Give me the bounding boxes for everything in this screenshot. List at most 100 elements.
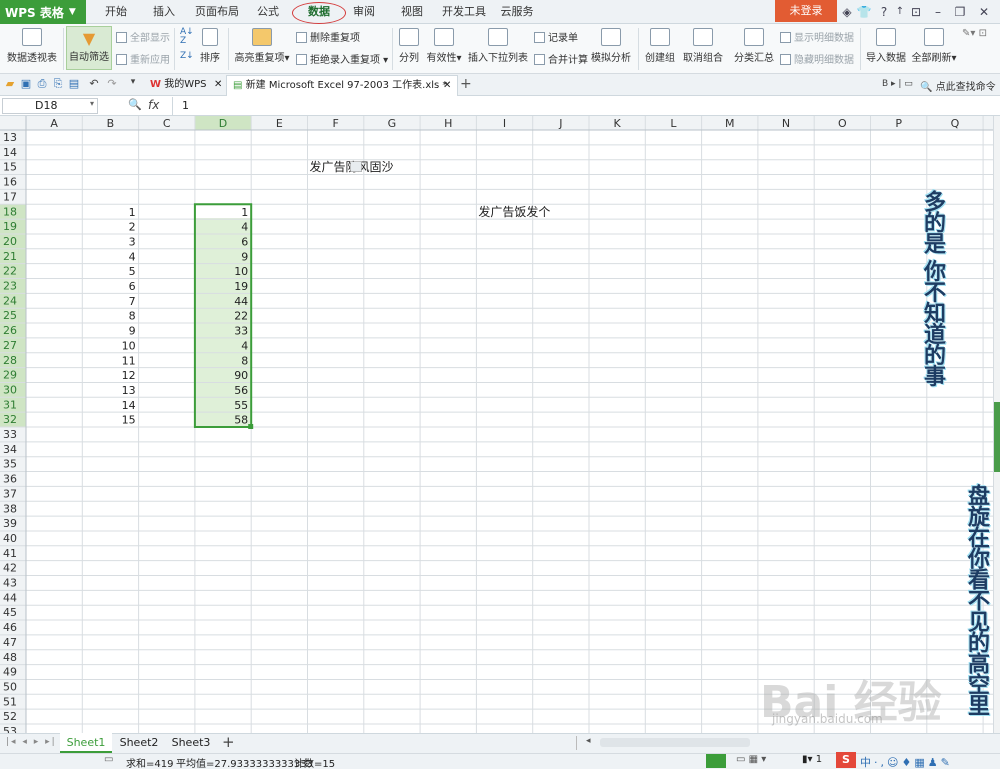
customize-quick-access-icon[interactable]: ▾ bbox=[126, 77, 140, 93]
sort-asc-icon[interactable]: A↓ Z bbox=[180, 28, 194, 46]
hide-detail-button[interactable]: 隐藏明细数据 bbox=[780, 51, 854, 66]
close-icon[interactable]: ✕ bbox=[976, 3, 992, 21]
refresh-all-button[interactable]: 全部刷新▾ bbox=[910, 28, 958, 64]
tab-view[interactable]: 视图 bbox=[390, 0, 434, 24]
tab-home[interactable]: 开始 bbox=[92, 0, 140, 24]
horizontal-scrollbar[interactable] bbox=[600, 738, 750, 747]
preview-icon[interactable]: ▤ bbox=[67, 77, 81, 93]
ungroup-button[interactable]: 取消组合 bbox=[680, 28, 726, 64]
autofilter-button[interactable]: ▼ 自动筛选 bbox=[66, 26, 112, 70]
pivot-table-button[interactable]: 数据透视表 bbox=[4, 28, 60, 64]
print-icon[interactable]: ⎘ bbox=[51, 77, 65, 93]
minimize-ribbon-icon[interactable]: ↑ bbox=[892, 3, 908, 21]
tab-insert[interactable]: 插入 bbox=[142, 0, 186, 24]
watermark-url: jingyan.baidu.com bbox=[772, 712, 883, 726]
add-sheet-icon[interactable]: + bbox=[222, 733, 235, 751]
new-tab-icon[interactable]: + bbox=[460, 76, 472, 92]
fill-handle[interactable] bbox=[248, 424, 254, 429]
open-icon[interactable]: ▰ bbox=[3, 77, 17, 93]
row-header: 50 bbox=[3, 680, 17, 693]
login-button[interactable]: 未登录 bbox=[775, 0, 837, 22]
fx-icon[interactable]: fx bbox=[148, 98, 159, 112]
restore-ribbon-icon[interactable]: ⊡ bbox=[908, 3, 924, 21]
create-group-button[interactable]: 创建组 bbox=[642, 28, 678, 64]
reapply-icon bbox=[116, 54, 127, 65]
maximize-icon[interactable]: ❐ bbox=[952, 3, 968, 21]
zoom-icon[interactable]: 🔍 bbox=[128, 98, 142, 111]
what-if-analysis-button[interactable]: 模拟分析 bbox=[590, 28, 632, 64]
sort-desc-icon[interactable]: Z↓ bbox=[180, 51, 194, 61]
show-detail-button[interactable]: 显示明细数据 bbox=[780, 29, 854, 44]
shirt-icon[interactable]: 👕 bbox=[856, 3, 872, 21]
column-header: P bbox=[895, 117, 902, 130]
cell-value: 8 bbox=[241, 354, 248, 367]
name-box[interactable]: D18 bbox=[2, 98, 98, 114]
help-icon[interactable]: ? bbox=[876, 3, 892, 21]
close-tab-icon[interactable]: ✕ bbox=[443, 76, 451, 96]
minimize-icon[interactable]: – bbox=[930, 3, 946, 21]
column-header: F bbox=[332, 117, 338, 130]
panel-icons[interactable]: B ▸ | ▭ bbox=[882, 79, 913, 89]
import-data-button[interactable]: 导入数据 bbox=[864, 28, 908, 64]
tab-review[interactable]: 审阅 bbox=[344, 0, 384, 24]
sheet-tab-2[interactable]: Sheet2 bbox=[114, 733, 164, 753]
sheet-tab-1[interactable]: Sheet1 bbox=[60, 733, 112, 753]
validity-button[interactable]: 有效性▾ bbox=[424, 28, 464, 64]
consolidate-icon bbox=[534, 54, 545, 65]
row-header: 22 bbox=[3, 265, 17, 278]
highlight-duplicates-icon bbox=[252, 28, 272, 46]
reject-duplicates-button[interactable]: 拒绝录入重复项 ▾ bbox=[296, 51, 388, 66]
sheet-nav-icons[interactable]: |◂ ◂ ▸ ▸| bbox=[6, 737, 57, 747]
insert-dropdown-list-button[interactable]: 插入下拉列表 bbox=[468, 28, 528, 64]
close-tab-icon[interactable]: ✕ bbox=[214, 75, 222, 95]
tab-my-wps-label: 我的WPS bbox=[164, 79, 207, 90]
cell-value: 90 bbox=[234, 369, 248, 382]
remove-duplicates-button[interactable]: 删除重复项 bbox=[296, 29, 360, 44]
dropdown-list-icon bbox=[488, 28, 508, 46]
redo-icon[interactable]: ↷ bbox=[105, 77, 119, 93]
tab-page-layout[interactable]: 页面布局 bbox=[190, 0, 244, 24]
name-box-dropdown-icon[interactable]: ▾ bbox=[90, 99, 94, 108]
scroll-left-icon[interactable]: ◂ bbox=[586, 736, 591, 746]
find-command[interactable]: 🔍 点此查找命令 bbox=[920, 78, 996, 93]
cell-value: 58 bbox=[234, 414, 248, 427]
app-menu-button[interactable]: WPS 表格 ▼ bbox=[0, 0, 86, 24]
ime-toolbar-icons[interactable]: 中·,☺♦▦♟✎ bbox=[860, 754, 953, 770]
show-all-button[interactable]: 全部显示 bbox=[116, 29, 170, 44]
reapply-button[interactable]: 重新应用 bbox=[116, 51, 170, 66]
wps-logo-icon: W bbox=[150, 79, 162, 90]
column-header: N bbox=[782, 117, 790, 130]
scroll-thumb[interactable] bbox=[994, 402, 1000, 472]
cell-dropdown-icon[interactable] bbox=[350, 161, 362, 172]
ime-logo-icon[interactable]: S bbox=[836, 752, 856, 768]
consolidate-button[interactable]: 合并计算 bbox=[534, 51, 588, 66]
sort-button[interactable]: 排序 bbox=[196, 28, 224, 64]
record-form-button[interactable]: 记录单 bbox=[534, 29, 578, 44]
tab-my-wps[interactable]: W 我的WPS ✕ bbox=[144, 75, 226, 96]
page-view-icons[interactable]: ▭ ▦ ▾ bbox=[736, 754, 766, 765]
tab-formulas[interactable]: 公式 bbox=[246, 0, 290, 24]
tab-current-file[interactable]: ▤ 新建 Microsoft Excel 97-2003 工作表.xls * ✕ bbox=[226, 75, 458, 96]
skin-icon[interactable]: ◈ bbox=[840, 3, 854, 21]
highlight-duplicates-button[interactable]: 高亮重复项▾ bbox=[232, 28, 292, 64]
export-icon[interactable]: ⎙ bbox=[35, 77, 49, 93]
sheet-tab-3[interactable]: Sheet3 bbox=[166, 733, 216, 753]
normal-view-icon[interactable] bbox=[706, 754, 726, 768]
row-header: 17 bbox=[3, 190, 17, 203]
cell-value: 6 bbox=[129, 280, 136, 293]
status-count: 计数=15 bbox=[294, 759, 336, 770]
spreadsheet-grid[interactable]: A B C D E F G H I J K L M N O P Q 13 14 15 16 17 18 19 20 21 22 23 2… bbox=[0, 116, 993, 733]
split-column-button[interactable]: 分列 bbox=[396, 28, 422, 64]
zoom-level[interactable]: ▮▾ 1 bbox=[802, 754, 822, 765]
cell-value: 8 bbox=[129, 310, 136, 323]
formula-input[interactable]: 1 bbox=[182, 99, 189, 112]
subtotal-button[interactable]: 分类汇总 bbox=[732, 28, 776, 64]
tab-developer[interactable]: 开发工具 bbox=[438, 0, 490, 24]
ribbon-more-icon[interactable]: ✎▾ ⊡ bbox=[962, 28, 987, 39]
undo-icon[interactable]: ↶ bbox=[87, 77, 101, 93]
cell-value: 4 bbox=[241, 339, 248, 352]
save-icon[interactable]: ▣ bbox=[19, 77, 33, 93]
tab-cloud[interactable]: 云服务 bbox=[494, 0, 540, 24]
cell-value: 12 bbox=[122, 369, 136, 382]
row-header: 48 bbox=[3, 651, 17, 664]
